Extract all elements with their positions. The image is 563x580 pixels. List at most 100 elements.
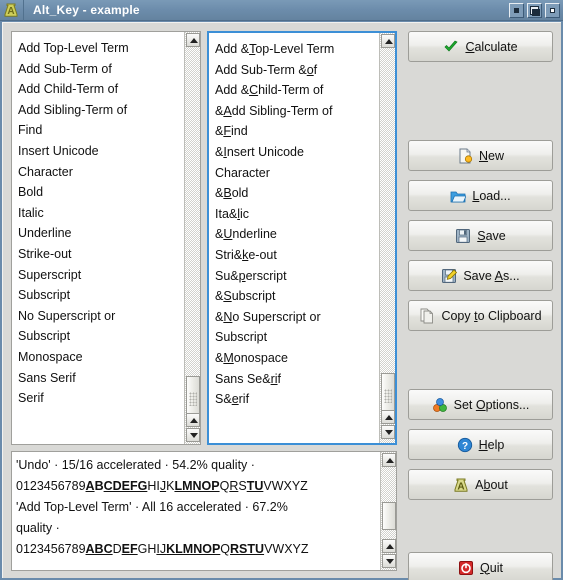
list-item[interactable]: Underline	[18, 223, 184, 244]
list-item[interactable]: &No Superscript or	[215, 307, 380, 328]
scroll-down-button[interactable]	[186, 428, 200, 442]
list-item[interactable]: Bold	[18, 182, 184, 203]
about-button-label: About	[475, 477, 508, 492]
results-scrollbar[interactable]	[380, 452, 396, 570]
list-item[interactable]: &Insert Unicode	[215, 142, 380, 163]
accelerated-list-scrollbar[interactable]	[379, 33, 395, 443]
list-item[interactable]: Character	[215, 163, 380, 184]
red-power-icon	[458, 560, 474, 576]
scroll-up-button-bottom[interactable]	[382, 539, 396, 553]
new-document-icon	[457, 148, 473, 164]
calculate-button-label: Calculate	[465, 39, 518, 54]
results-line: 0123456789ABCDEFGHIJKLMNOPQRSTUVWXYZ	[16, 542, 309, 556]
list-item[interactable]: &Find	[215, 121, 380, 142]
list-item[interactable]: Find	[18, 120, 184, 141]
chevron-down-icon	[385, 430, 393, 435]
new-button[interactable]: New	[408, 140, 553, 171]
list-item[interactable]: Ita&lic	[215, 204, 380, 225]
list-item[interactable]: &Monospace	[215, 348, 380, 369]
scroll-down-button[interactable]	[382, 554, 396, 568]
close-button[interactable]	[545, 2, 560, 18]
list-item[interactable]: Add &Top-Level Term	[215, 39, 380, 60]
list-item[interactable]: Subscript	[18, 326, 184, 347]
copy-to-clipboard-button[interactable]: Copy to Clipboard	[408, 300, 553, 331]
list-item[interactable]: Add Child-Term of	[18, 79, 184, 100]
list-item[interactable]: &Bold	[215, 183, 380, 204]
list-item[interactable]: &Add Sibling-Term of	[215, 101, 380, 122]
grip-icon	[384, 388, 392, 403]
scrollbar-thumb[interactable]	[382, 502, 396, 530]
chevron-up-icon	[386, 544, 394, 549]
list-item[interactable]: Strike-out	[18, 244, 184, 265]
list-item[interactable]: Serif	[18, 388, 184, 409]
list-item[interactable]: Superscript	[18, 265, 184, 286]
help-button[interactable]: ? Help	[408, 429, 553, 460]
list-item[interactable]: Add Sub-Term &of	[215, 60, 380, 81]
results-text-area[interactable]: 'Undo' · 15/16 accelerated · 54.2% quali…	[11, 451, 397, 571]
list-item[interactable]: S&erif	[215, 389, 380, 410]
list-item[interactable]: Add Sub-Term of	[18, 59, 184, 80]
scroll-up-button-bottom[interactable]	[381, 410, 395, 424]
list-item[interactable]: &Subscript	[215, 286, 380, 307]
load-button[interactable]: Load...	[408, 180, 553, 211]
new-button-label: New	[478, 148, 504, 163]
results-text-lines: 'Undo' · 15/16 accelerated · 54.2% quali…	[12, 452, 380, 570]
blue-question-icon: ?	[457, 437, 473, 453]
quit-button[interactable]: Quit	[408, 552, 553, 580]
list-item[interactable]: Sans Serif	[18, 368, 184, 389]
list-item[interactable]: Stri&ke-out	[215, 245, 380, 266]
list-item[interactable]: Su&perscript	[215, 266, 380, 287]
floppy-disk-icon	[455, 228, 471, 244]
source-terms-list[interactable]: Add Top-Level Term Add Sub-Term of Add Chi…	[11, 31, 201, 445]
list-item[interactable]: Insert Unicode	[18, 141, 184, 162]
quit-button-label: Quit	[480, 560, 503, 575]
chevron-up-icon	[190, 418, 198, 423]
client-area: Add Top-Level Term Add Sub-Term of Add Chi…	[2, 22, 561, 580]
results-line: 'Undo' · 15/16 accelerated · 54.2% quali…	[16, 458, 255, 472]
minimize-icon	[514, 7, 519, 13]
scroll-up-button-bottom[interactable]	[186, 413, 200, 427]
chevron-up-icon	[385, 39, 393, 44]
flask-a-icon: A	[3, 2, 19, 18]
accelerated-terms-list-items: Add &Top-Level Term Add Sub-Term &of Add &…	[209, 33, 380, 443]
list-item[interactable]: Add Top-Level Term	[18, 38, 184, 59]
save-button[interactable]: Save	[408, 220, 553, 251]
svg-text:A: A	[7, 6, 14, 17]
accelerated-terms-list[interactable]: Add &Top-Level Term Add Sub-Term &of Add &…	[207, 31, 397, 445]
open-folder-icon	[450, 188, 467, 204]
svg-text:?: ?	[462, 441, 468, 452]
copy-pages-icon	[419, 308, 435, 324]
maximize-button[interactable]	[527, 2, 542, 18]
scroll-up-button[interactable]	[186, 33, 200, 47]
chevron-up-icon	[386, 458, 394, 463]
source-list-scrollbar[interactable]	[184, 32, 200, 444]
list-item[interactable]: Monospace	[18, 347, 184, 368]
list-item[interactable]: Sans Se&rif	[215, 369, 380, 390]
list-item[interactable]: Subscript	[18, 285, 184, 306]
colored-spheres-icon	[432, 397, 448, 413]
chevron-up-icon	[190, 38, 198, 43]
list-item[interactable]: Italic	[18, 203, 184, 224]
list-item[interactable]: Subscript	[215, 327, 380, 348]
list-item[interactable]: Character	[18, 162, 184, 183]
scroll-up-button[interactable]	[382, 453, 396, 467]
about-button[interactable]: A About	[408, 469, 553, 500]
list-item[interactable]: Add Sibling-Term of	[18, 100, 184, 121]
scroll-down-button[interactable]	[381, 425, 395, 439]
list-item[interactable]: No Superscript or	[18, 306, 184, 327]
close-icon	[550, 7, 555, 13]
list-item[interactable]: Add &Child-Term of	[215, 80, 380, 101]
calculate-button[interactable]: Calculate	[408, 31, 553, 62]
flask-a-icon: A	[453, 477, 469, 493]
green-check-icon	[443, 39, 459, 55]
chevron-down-icon	[190, 433, 198, 438]
application-window: A Alt_Key - example Add Top-Level Term Ad…	[0, 0, 563, 580]
set-options-button[interactable]: Set Options...	[408, 389, 553, 420]
minimize-button[interactable]	[509, 2, 524, 18]
scroll-up-button[interactable]	[381, 34, 395, 48]
list-item[interactable]: &Underline	[215, 224, 380, 245]
window-title: Alt_Key - example	[33, 3, 140, 17]
save-as-button[interactable]: Save As...	[408, 260, 553, 291]
title-bar: A Alt_Key - example	[0, 0, 563, 21]
results-line: 'Add Top-Level Term' · All 16 accelerate…	[16, 500, 288, 514]
